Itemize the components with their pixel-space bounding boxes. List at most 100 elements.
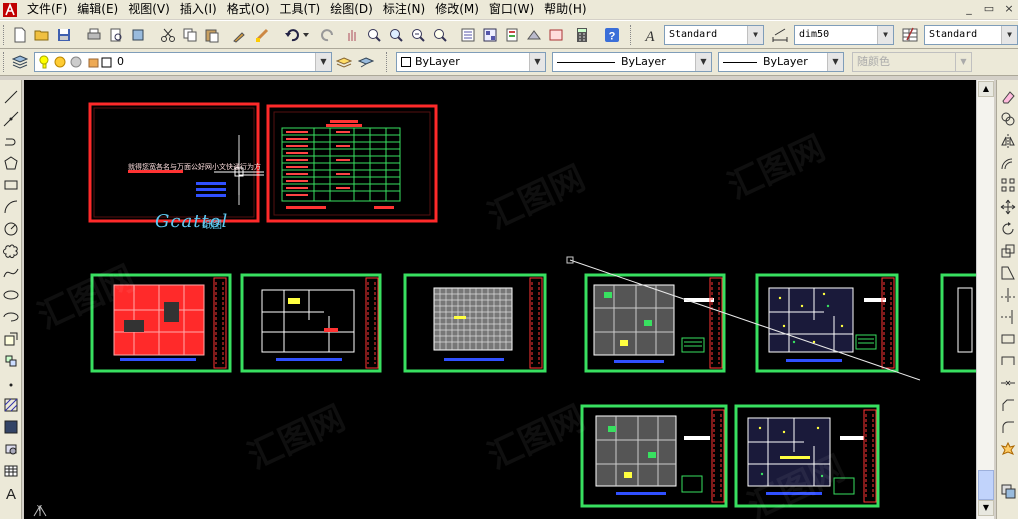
match-properties-icon[interactable] [230,25,250,45]
color-control-select[interactable]: ByLayer ▼ [396,52,546,72]
print-icon[interactable] [84,25,104,45]
save-icon[interactable] [54,25,74,45]
zoom-realtime-icon[interactable] [364,25,384,45]
gradient-icon[interactable] [2,418,20,436]
menu-help[interactable]: 帮助(H) [539,0,591,19]
cut-icon[interactable] [158,25,178,45]
toolbar-grip[interactable] [3,52,6,72]
explode-icon[interactable] [999,440,1017,458]
region-icon[interactable] [2,440,20,458]
menu-format[interactable]: 格式(O) [222,0,275,19]
block-editor-icon[interactable] [252,25,272,45]
scale-icon[interactable] [999,242,1017,260]
minimize-button[interactable]: _ [960,1,978,17]
zoom-extents-icon[interactable] [430,25,450,45]
join-icon[interactable] [999,374,1017,392]
calculator-icon[interactable] [572,25,592,45]
point-icon[interactable] [2,374,20,392]
scroll-down-icon[interactable]: ▼ [978,500,994,516]
dim-style-select[interactable]: dim50 ▼ [794,25,894,45]
rotate-icon[interactable] [999,220,1017,238]
circle-icon[interactable] [2,220,20,238]
markup-icon[interactable] [546,25,566,45]
stretch-icon[interactable] [999,264,1017,282]
sheet-set-icon[interactable] [524,25,544,45]
menu-edit[interactable]: 编辑(E) [72,0,123,19]
array-icon[interactable] [999,176,1017,194]
chevron-down-icon[interactable]: ▼ [695,53,711,71]
insert-block-icon[interactable] [2,330,20,348]
drawing-canvas[interactable]: Gcattol 纸图 就得您宽各名与万面公好网小文快通行为方 汇图网 汇图网 汇… [24,80,976,519]
autocad-app-icon[interactable] [2,2,18,18]
make-object-layer-current-icon[interactable] [334,52,354,72]
open-file-icon[interactable] [32,25,52,45]
menu-insert[interactable]: 插入(I) [175,0,222,19]
chamfer-icon[interactable] [999,396,1017,414]
polyline-icon[interactable] [2,132,20,150]
layer-manager-icon[interactable] [10,52,30,72]
tool-palettes-icon[interactable] [502,25,522,45]
redo-icon[interactable] [318,25,338,45]
toolbar-grip[interactable] [386,52,389,72]
chevron-down-icon[interactable]: ▼ [315,53,331,71]
text-style-select[interactable]: Standard ▼ [664,25,764,45]
revision-cloud-icon[interactable] [2,242,20,260]
line-icon[interactable] [2,88,20,106]
undo-dropdown-icon[interactable] [300,25,312,45]
floor-plan-sheet-3[interactable] [403,273,547,373]
copy-object-icon[interactable] [999,110,1017,128]
multiline-text-icon[interactable]: A [2,484,20,502]
restore-button[interactable]: ▭ [980,1,998,17]
menu-file[interactable]: 文件(F) [22,0,72,19]
zoom-window-icon[interactable] [386,25,406,45]
zoom-previous-icon[interactable] [408,25,428,45]
lineweight-control-select[interactable]: ByLayer ▼ [718,52,844,72]
move-icon[interactable] [999,198,1017,216]
floor-plan-sheet-5[interactable] [755,273,899,373]
help-icon[interactable]: ? [602,25,622,45]
table-icon[interactable] [2,462,20,480]
toolbar-grip[interactable] [3,25,6,45]
mirror-icon[interactable] [999,132,1017,150]
scrollbar-thumb[interactable] [978,470,994,500]
chevron-down-icon[interactable]: ▼ [1001,26,1017,44]
fillet-icon[interactable] [999,418,1017,436]
floor-plan-sheet-6-partial[interactable] [940,273,976,373]
erase-icon[interactable] [999,88,1017,106]
chevron-down-icon[interactable]: ▼ [747,26,763,44]
break-icon[interactable] [999,352,1017,370]
pan-icon[interactable] [342,25,362,45]
print-preview-icon[interactable] [106,25,126,45]
design-center-icon[interactable] [480,25,500,45]
menu-tools[interactable]: 工具(T) [275,0,326,19]
paste-icon[interactable] [202,25,222,45]
dim-style-icon[interactable] [770,25,790,45]
polygon-icon[interactable] [2,154,20,172]
drawing-index-sheet[interactable] [266,104,438,223]
menu-draw[interactable]: 绘图(D) [325,0,378,19]
table-style-icon[interactable] [900,25,920,45]
rectangle-icon[interactable] [2,176,20,194]
new-file-icon[interactable] [10,25,30,45]
chevron-down-icon[interactable]: ▼ [877,26,893,44]
draw-order-icon[interactable] [999,482,1017,500]
hatch-icon[interactable] [2,396,20,414]
menu-dimension[interactable]: 标注(N) [378,0,430,19]
menu-modify[interactable]: 修改(M) [430,0,484,19]
menu-window[interactable]: 窗口(W) [484,0,539,19]
publish-icon[interactable] [128,25,148,45]
trim-icon[interactable] [999,286,1017,304]
linetype-control-select[interactable]: ByLayer ▼ [552,52,712,72]
layer-select[interactable]: 0 ▼ [34,52,332,72]
arc-icon[interactable] [2,198,20,216]
toolbar-grip[interactable] [630,25,633,45]
ellipse-arc-icon[interactable] [2,308,20,326]
construction-line-icon[interactable] [2,110,20,128]
properties-palette-icon[interactable] [458,25,478,45]
offset-icon[interactable] [999,154,1017,172]
copy-icon[interactable] [180,25,200,45]
break-at-point-icon[interactable] [999,330,1017,348]
vertical-scrollbar[interactable]: ▲ ▼ [976,80,994,519]
layer-previous-icon[interactable] [356,52,376,72]
menu-view[interactable]: 视图(V) [123,0,175,19]
